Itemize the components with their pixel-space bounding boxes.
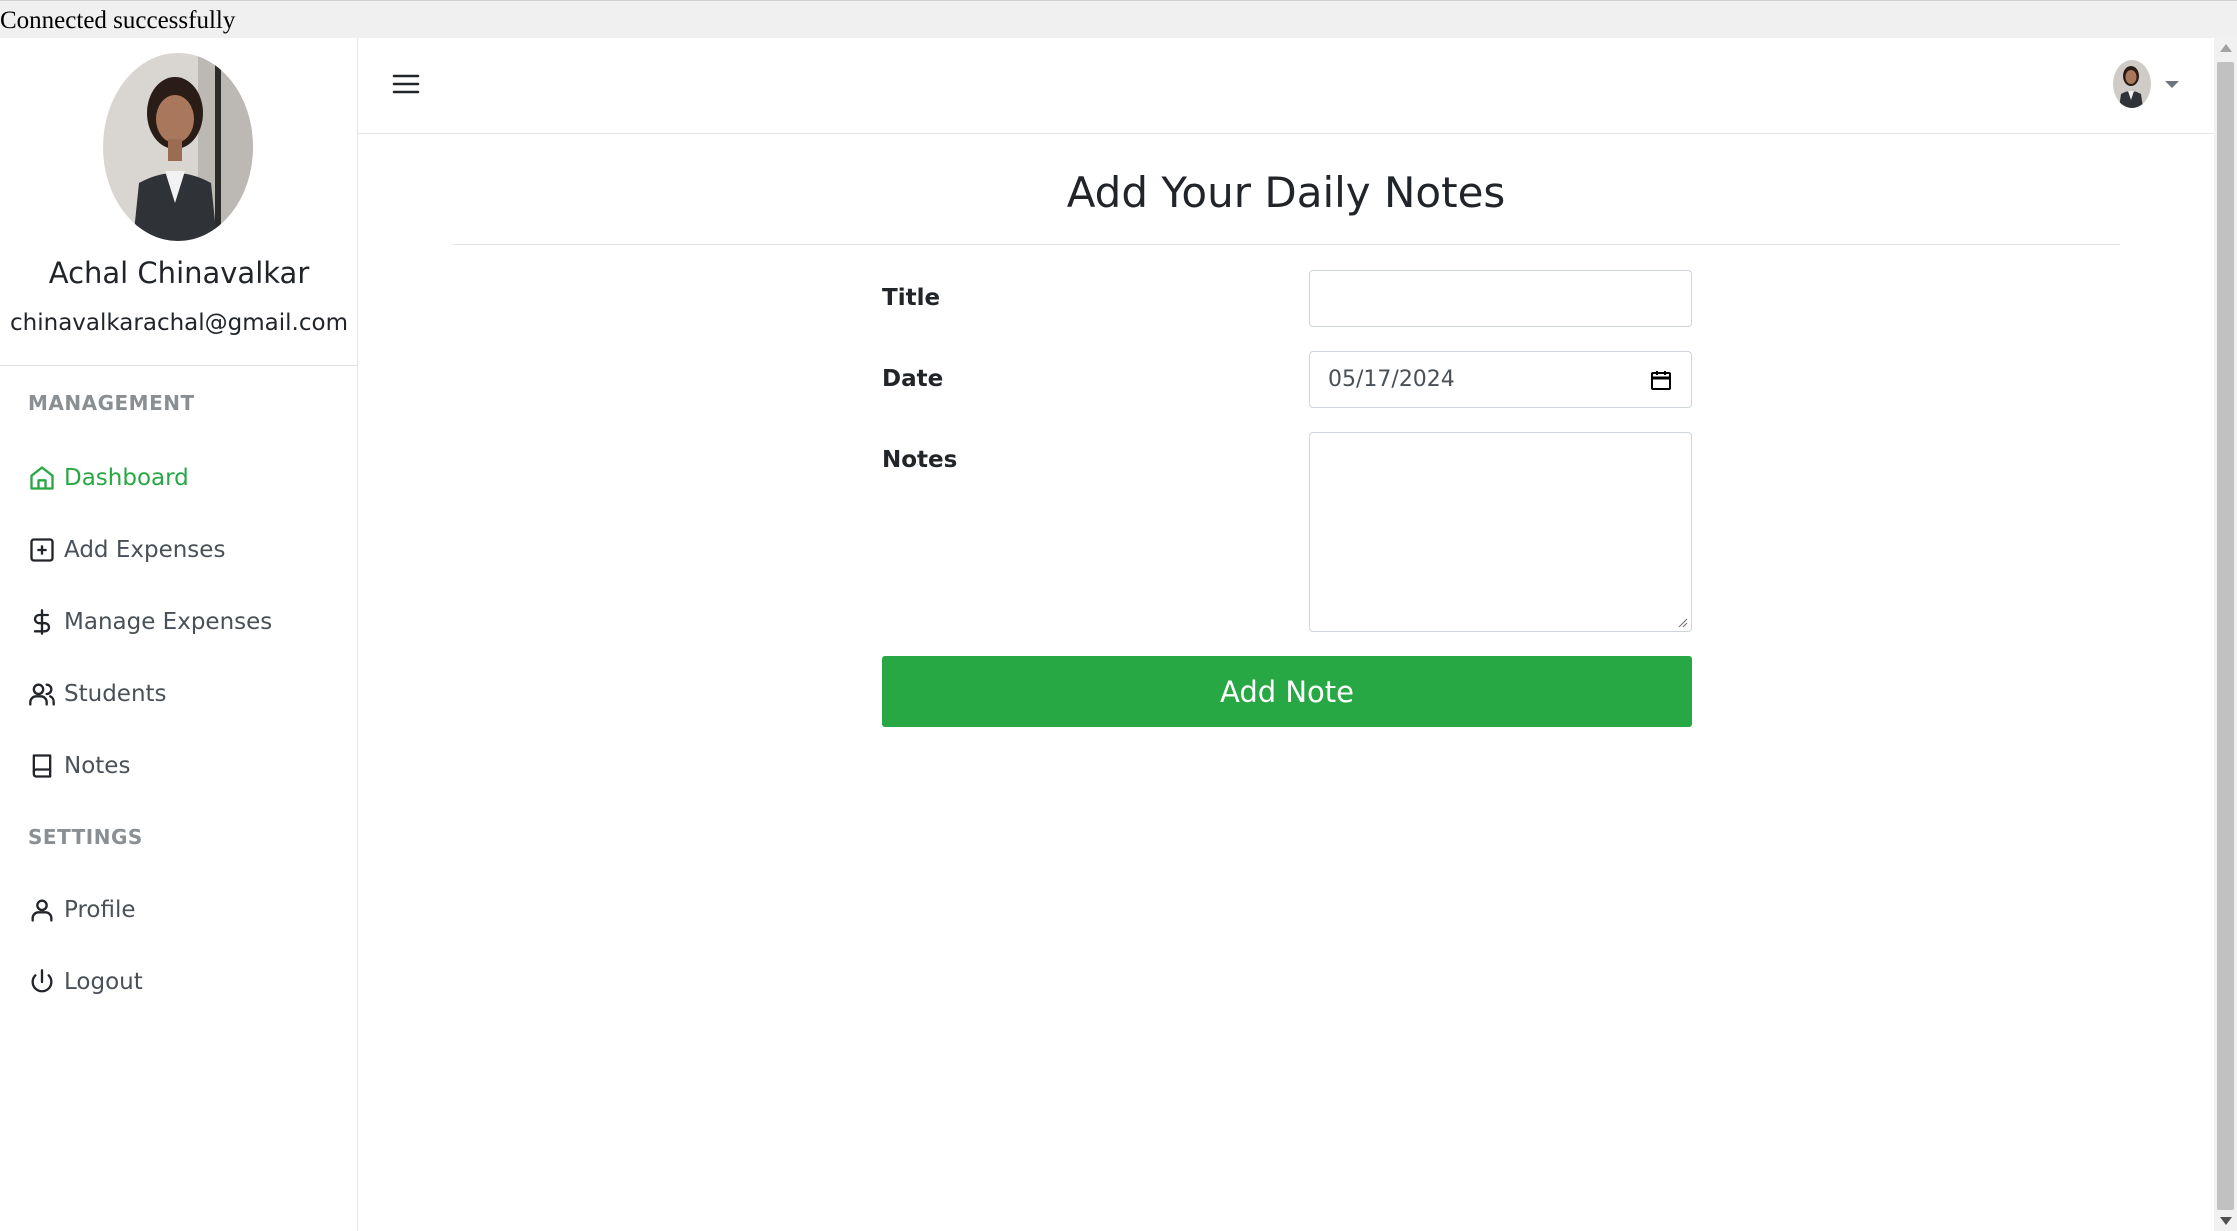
topbar <box>358 38 2214 134</box>
notes-label: Notes <box>882 447 958 473</box>
sidebar-item-label: Notes <box>64 753 131 779</box>
sidebar-item-dashboard[interactable]: Dashboard <box>28 458 189 498</box>
sidebar-item-add-expenses[interactable]: Add Expenses <box>28 530 225 570</box>
section-heading-settings: SETTINGS <box>28 825 143 849</box>
sidebar-divider <box>0 365 358 366</box>
sidebar-item-label: Profile <box>64 897 136 923</box>
date-label: Date <box>882 366 944 392</box>
vertical-scrollbar[interactable] <box>2214 38 2237 1231</box>
hamburger-icon[interactable] <box>392 72 420 96</box>
section-heading-management: MANAGEMENT <box>28 391 195 415</box>
profile-avatar <box>103 53 253 241</box>
caret-down-icon <box>2165 80 2179 88</box>
scroll-up-icon[interactable] <box>2220 44 2232 52</box>
connection-status: Connected successfully <box>0 0 2237 38</box>
user-name: Achal Chinavalkar <box>48 256 310 290</box>
date-input[interactable]: 05/17/2024 <box>1309 351 1692 408</box>
sidebar-item-label: Dashboard <box>64 465 189 491</box>
title-input[interactable] <box>1309 270 1692 327</box>
page-title: Add Your Daily Notes <box>1066 168 1506 217</box>
dollar-icon <box>28 608 56 636</box>
sidebar: Achal Chinavalkar chinavalkarachal@gmail… <box>0 38 358 1231</box>
sidebar-item-manage-expenses[interactable]: Manage Expenses <box>28 602 272 642</box>
user-email: chinavalkarachal@gmail.com <box>10 310 348 336</box>
scrollbar-thumb[interactable] <box>2217 62 2234 1210</box>
user-menu-dropdown[interactable] <box>2113 60 2179 108</box>
sidebar-item-profile[interactable]: Profile <box>28 890 136 930</box>
date-value: 05/17/2024 <box>1328 367 1455 392</box>
user-avatar <box>2113 60 2151 108</box>
calendar-icon[interactable] <box>1649 368 1673 392</box>
plus-square-icon <box>28 536 56 564</box>
add-note-button[interactable]: Add Note <box>882 656 1692 727</box>
home-icon <box>28 464 56 492</box>
sidebar-item-label: Add Expenses <box>64 537 226 563</box>
resize-grip-icon[interactable] <box>1676 616 1688 628</box>
sidebar-item-notes[interactable]: Notes <box>28 746 130 786</box>
title-label: Title <box>882 285 941 311</box>
sidebar-item-label: Logout <box>64 969 143 995</box>
title-divider <box>453 244 2120 245</box>
sidebar-item-label: Students <box>64 681 167 707</box>
book-icon <box>28 752 56 780</box>
sidebar-item-logout[interactable]: Logout <box>28 962 143 1002</box>
power-icon <box>28 968 56 996</box>
user-icon <box>28 896 56 924</box>
sidebar-item-students[interactable]: Students <box>28 674 167 714</box>
notes-textarea[interactable] <box>1309 432 1692 632</box>
scroll-down-icon[interactable] <box>2220 1217 2232 1225</box>
sidebar-item-label: Manage Expenses <box>64 609 273 635</box>
users-icon <box>28 680 56 708</box>
